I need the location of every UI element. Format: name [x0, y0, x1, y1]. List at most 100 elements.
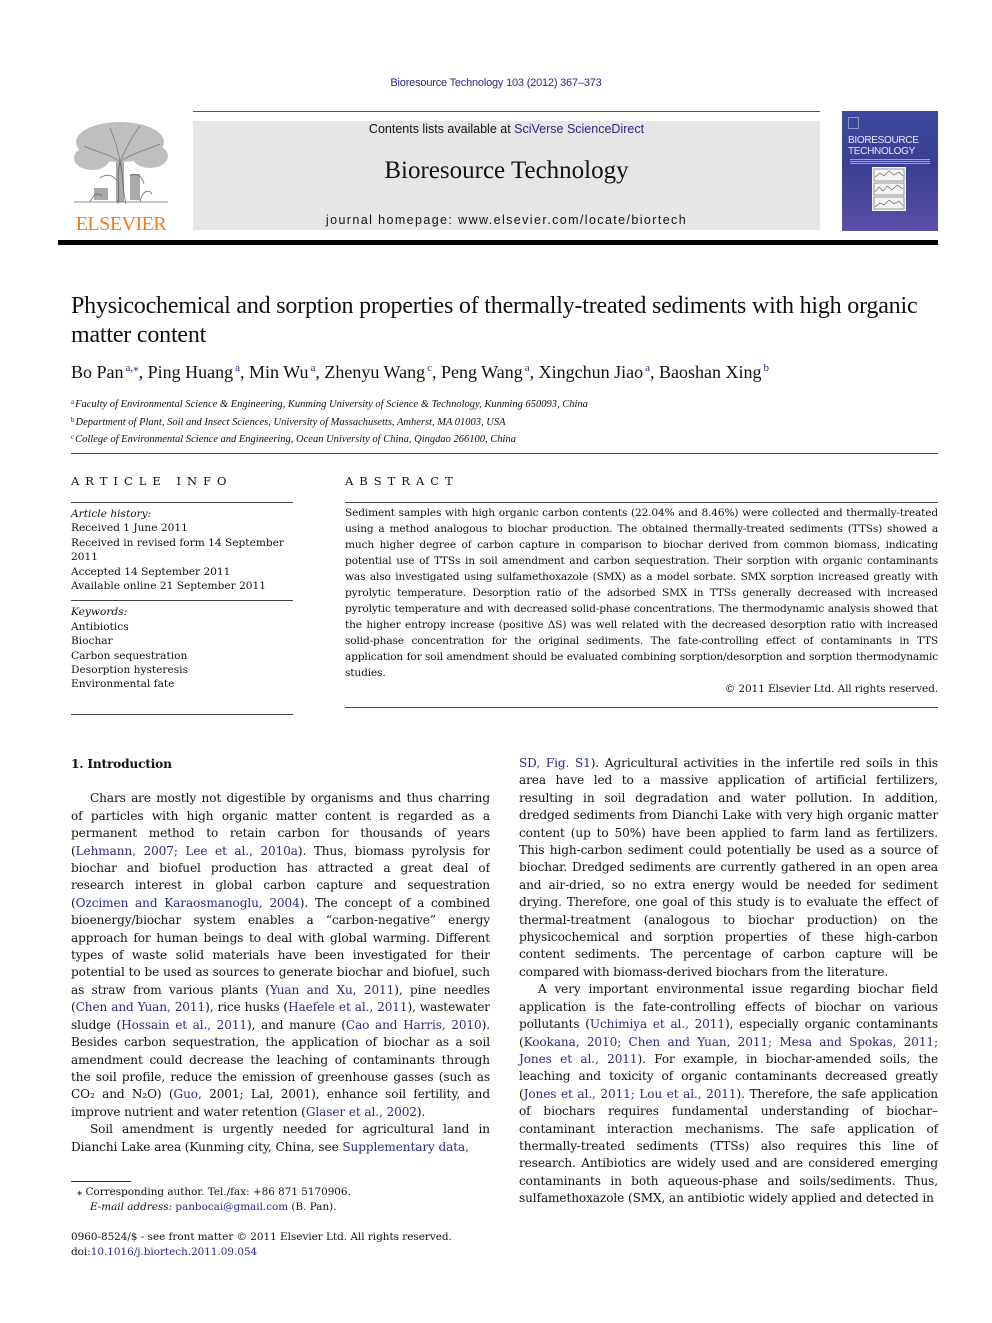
- article-history: Article history: Received 1 June 2011 Re…: [71, 507, 293, 593]
- cover-figure: [872, 167, 906, 211]
- affiliation: aFaculty of Environmental Science & Engi…: [71, 395, 941, 413]
- cover-title-line-2: TECHNOLOGY: [848, 146, 916, 157]
- footnote-rule: [71, 1181, 131, 1182]
- abstract-heading: ABSTRACT: [345, 474, 459, 488]
- article-info-bottom-rule: [71, 713, 293, 715]
- citation-link[interactable]: Ozcimen and Karaosmanoglu, 2004: [76, 896, 300, 910]
- abstract-text: Sediment samples with high organic carbo…: [345, 507, 938, 679]
- doi-label: doi:: [71, 1245, 91, 1258]
- author-affiliation-mark[interactable]: a: [645, 362, 650, 374]
- email-suffix: (B. Pan).: [288, 1201, 337, 1213]
- journal-cover-thumbnail[interactable]: BIORESOURCE TECHNOLOGY: [842, 111, 938, 231]
- author-affiliation-mark[interactable]: b: [763, 362, 769, 374]
- intro-paragraph-3: A very important environmental issue reg…: [519, 981, 938, 1207]
- author: Bo Pan a,⁎: [71, 362, 139, 382]
- email-line: E-mail address: panbocai@gmail.com (B. P…: [71, 1200, 490, 1215]
- elsevier-tree-icon: [74, 122, 168, 205]
- cover-figure-graph-icon: [873, 168, 905, 210]
- elsevier-wordmark: ELSEVIER: [75, 213, 167, 235]
- issn-line: 0960-8524/$ - see front matter © 2011 El…: [71, 1231, 452, 1243]
- journal-citation-link[interactable]: Bioresource Technology 103 (2012) 367–37…: [390, 77, 601, 89]
- doi-link[interactable]: 10.1016/j.biortech.2011.09.054: [91, 1246, 257, 1258]
- author-name: Baoshan Xing: [658, 362, 762, 382]
- footnote: ⁎ Corresponding author. Tel./fax: +86 87…: [71, 1185, 490, 1215]
- abstract-bottom-rule: [345, 707, 938, 708]
- author: Min Wu a: [249, 362, 315, 382]
- article-info-divider: [71, 453, 938, 454]
- citation-link[interactable]: Glaser et al., 2002: [306, 1105, 417, 1119]
- article-info-rule: [71, 502, 293, 503]
- citation-link[interactable]: Jones et al., 2011; Lou et al., 2011: [524, 1087, 737, 1101]
- paragraph-text: ). Agricultural activities in the infert…: [519, 756, 939, 979]
- citation-link[interactable]: SD, Fig. S1: [519, 756, 591, 770]
- keyword: Desorption hysteresis: [71, 664, 189, 677]
- cover-title-line-1: BIORESOURCE: [848, 135, 919, 146]
- affiliation-text: Department of Plant, Soil and Insect Sci…: [75, 416, 506, 428]
- author: Zhenyu Wang c: [324, 362, 432, 382]
- author-name: Peng Wang: [440, 362, 523, 382]
- citation-link[interactable]: Haefele et al., 2011: [288, 1000, 408, 1014]
- citation-link[interactable]: Uchimiya et al., 2011: [590, 1017, 725, 1031]
- author-list: Bo Pan a,⁎, Ping Huang a, Min Wu a, Zhenyu …: [71, 362, 769, 382]
- homepage-url[interactable]: www.elsevier.com/locate/biortech: [458, 213, 687, 227]
- citation-link[interactable]: Supplementary data,: [342, 1140, 469, 1154]
- keyword: Carbon sequestration: [71, 649, 188, 662]
- homepage-label: journal homepage:: [325, 213, 459, 227]
- affiliation-mark: b: [71, 415, 75, 424]
- abstract-rule: [345, 502, 938, 503]
- affiliation-mark: c: [71, 433, 75, 442]
- paragraph-text: ).: [416, 1104, 426, 1119]
- article-title: Physicochemical and sorption properties …: [71, 293, 918, 348]
- author-affiliation-mark[interactable]: a: [311, 362, 316, 374]
- keyword: Biochar: [71, 635, 113, 648]
- history-online: Available online 21 September 2011: [71, 580, 267, 593]
- header-top-rule: [193, 111, 820, 112]
- contents-prefix: Contents lists available at: [368, 122, 515, 136]
- article-info: ARTICLE INFO Article history: Received 1…: [71, 474, 293, 715]
- cover-subtitle-lines: [850, 159, 930, 164]
- paragraph-text: ). Therefore, the safe application of bi…: [519, 1086, 938, 1206]
- author-name: Xingchun Jiao: [538, 362, 644, 382]
- author-affiliation-mark[interactable]: c: [427, 362, 432, 374]
- author: Ping Huang a: [148, 362, 240, 382]
- citation-link[interactable]: Chen and Yuan, 2011: [76, 1000, 206, 1014]
- elsevier-logo[interactable]: ELSEVIER: [70, 118, 172, 234]
- email-link[interactable]: panbocai@gmail.com: [175, 1201, 288, 1213]
- keyword: Antibiotics: [71, 620, 129, 633]
- citation-link[interactable]: Cao and Harris, 2010: [346, 1018, 482, 1032]
- paragraph-text: ), rice husks (: [205, 1000, 289, 1015]
- section-heading-introduction: 1. Introduction: [71, 757, 172, 771]
- email-label: E-mail address:: [90, 1201, 176, 1213]
- history-accepted: Accepted 14 September 2011: [71, 565, 231, 578]
- citation-link[interactable]: Yuan and Xu, 2011: [270, 983, 394, 997]
- keywords-rule: [71, 600, 293, 602]
- journal-title: Bioresource Technology: [384, 157, 629, 184]
- journal-banner: Contents lists available at SciVerse Sci…: [193, 121, 820, 230]
- affiliation: cCollege of Environmental Science and En…: [71, 430, 941, 448]
- author-affiliation-mark[interactable]: a: [525, 362, 530, 374]
- paragraph-text: ), and manure (: [247, 1017, 346, 1032]
- affiliation: bDepartment of Plant, Soil and Insect Sc…: [71, 413, 941, 431]
- keywords: Keywords: Antibiotics Biochar Carbon seq…: [71, 605, 293, 691]
- author: Xingchun Jiao a: [539, 362, 650, 382]
- paragraph-text: ). The concept of a combined bioenergy/b…: [71, 895, 490, 997]
- citation-link[interactable]: Guo,: [174, 1087, 202, 1101]
- author-name: Bo Pan: [71, 362, 124, 382]
- article-info-heading: ARTICLE INFO: [71, 474, 233, 488]
- cover-publisher-mark: [848, 117, 859, 129]
- author-name: Zhenyu Wang: [324, 362, 426, 382]
- citation-link[interactable]: Lehmann, 2007; Lee et al., 2010a: [76, 844, 298, 858]
- history-revised: Received in revised form 14 September 20…: [71, 536, 284, 564]
- citation-link[interactable]: Hossain et al., 2011: [121, 1018, 247, 1032]
- history-received: Received 1 June 2011: [71, 522, 188, 535]
- author-affiliation-mark[interactable]: a: [235, 362, 240, 374]
- affiliation-text: College of Environmental Science and Eng…: [75, 434, 516, 446]
- affiliation-text: Faculty of Environmental Science & Engin…: [75, 399, 588, 410]
- running-head[interactable]: Bioresource Technology 103 (2012) 367–37…: [0, 77, 992, 89]
- doi-line: doi:10.1016/j.biortech.2011.09.054: [71, 1245, 571, 1260]
- affiliation-mark: a: [71, 398, 75, 406]
- author-affiliation-mark[interactable]: a,⁎: [126, 362, 139, 374]
- sciencedirect-link[interactable]: SciVerse ScienceDirect: [514, 122, 644, 136]
- corresponding-author-note: ⁎ Corresponding author. Tel./fax: +86 87…: [77, 1186, 351, 1198]
- keyword: Environmental fate: [71, 678, 175, 691]
